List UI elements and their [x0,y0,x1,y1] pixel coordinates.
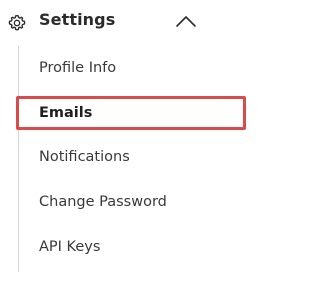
menu-rail-divider [18,46,19,272]
chevron-up-icon[interactable] [175,14,197,28]
gear-icon [8,15,26,31]
settings-section-header[interactable]: Settings [0,0,222,44]
settings-title: Settings [39,10,116,29]
menu-item-profile-info[interactable]: Profile Info [39,60,116,76]
menu-item-api-keys[interactable]: API Keys [39,239,100,255]
menu-item-notifications[interactable]: Notifications [39,149,130,165]
menu-item-emails[interactable]: Emails [39,105,92,121]
settings-nav: Settings Profile Info Emails Notificatio… [0,0,246,286]
menu-item-change-password[interactable]: Change Password [39,194,167,210]
